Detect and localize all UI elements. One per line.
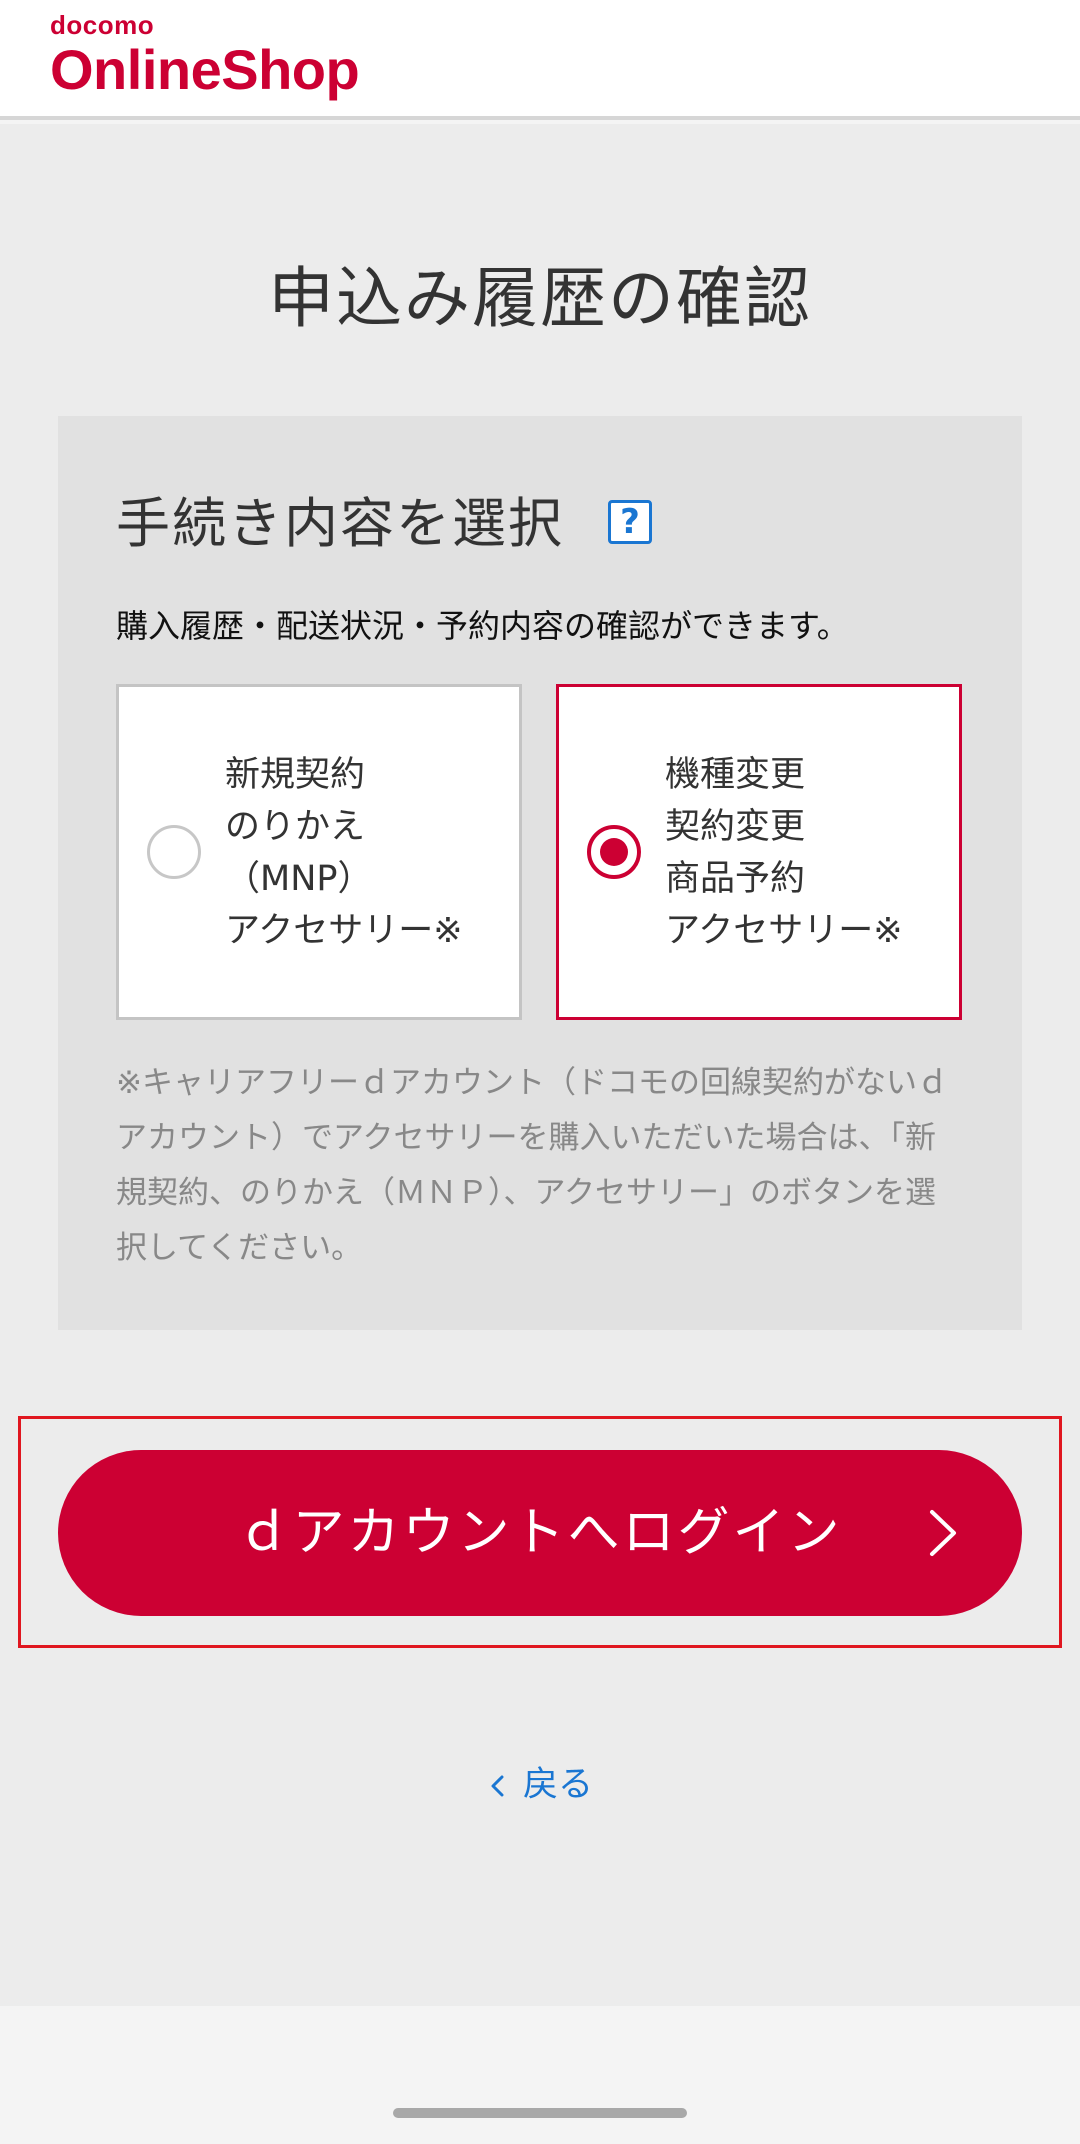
carrier-free-note: ※キャリアフリーｄアカウント（ドコモの回線契約がないｄアカウント）でアクセサリー…: [116, 1065, 948, 1266]
option-label: 新規契約 のりかえ （MNP） アクセサリー※: [225, 749, 463, 957]
option-line: 契約変更: [665, 807, 806, 847]
chevron-right-icon: [930, 1510, 956, 1556]
option-line: 機種変更: [665, 755, 806, 795]
selection-description: 購入履歴・配送状況・予約内容の確認ができます。: [116, 607, 849, 645]
back-link[interactable]: 戻る: [0, 1764, 1080, 1806]
home-indicator[interactable]: [393, 2108, 687, 2118]
option-line: 新規契約: [225, 755, 366, 795]
option-line: のりかえ: [225, 807, 366, 847]
d-account-login-button[interactable]: ｄアカウントへログイン: [58, 1450, 1022, 1616]
option-line: （MNP）: [225, 859, 373, 899]
logo-onlineshop-text: OnlineShop: [50, 38, 360, 101]
section-heading: 手続き内容を選択: [116, 492, 564, 555]
option-new-contract-mnp[interactable]: 新規契約 のりかえ （MNP） アクセサリー※: [116, 684, 522, 1020]
question-mark-icon[interactable]: ?: [608, 500, 652, 544]
option-model-change[interactable]: 機種変更 契約変更 商品予約 アクセサリー※: [556, 684, 962, 1020]
option-line: アクセサリー※: [225, 911, 463, 951]
radio-selected-icon[interactable]: [587, 825, 641, 879]
login-button-label: ｄアカウントへログイン: [237, 1503, 843, 1563]
chevron-left-icon: [491, 1775, 504, 1797]
option-line: 商品予約: [665, 859, 806, 899]
header: docomo OnlineShop: [0, 0, 1080, 120]
page-title: 申込み履歴の確認: [268, 260, 812, 337]
docomo-online-shop-logo[interactable]: docomo OnlineShop: [50, 10, 360, 101]
option-line: アクセサリー※: [665, 911, 903, 951]
procedure-selection-panel: 手続き内容を選択 ? 購入履歴・配送状況・予約内容の確認ができます。 新規契約 …: [58, 416, 1022, 1330]
option-label: 機種変更 契約変更 商品予約 アクセサリー※: [665, 749, 903, 957]
radio-unselected-icon[interactable]: [147, 825, 201, 879]
logo-docomo-text: docomo: [50, 10, 155, 40]
back-link-label: 戻る: [522, 1765, 593, 1805]
main-content: 申込み履歴の確認 手続き内容を選択 ? 購入履歴・配送状況・予約内容の確認ができ…: [0, 124, 1080, 2006]
